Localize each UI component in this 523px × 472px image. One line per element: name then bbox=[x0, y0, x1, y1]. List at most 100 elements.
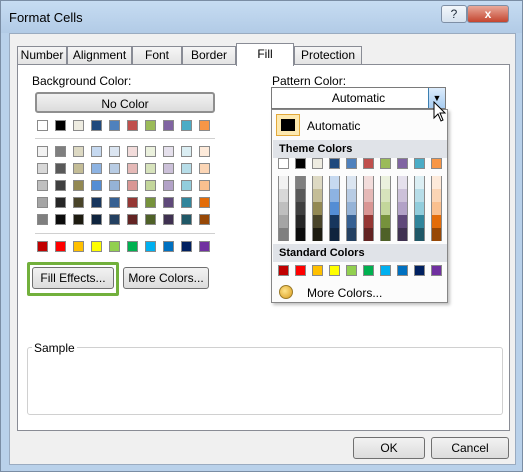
tab-fill[interactable]: Fill bbox=[236, 43, 294, 66]
color-swatch[interactable] bbox=[37, 241, 48, 252]
color-swatch[interactable] bbox=[163, 180, 174, 191]
pattern-color-swatch[interactable] bbox=[431, 158, 442, 169]
pattern-color-swatch[interactable] bbox=[397, 158, 408, 169]
pattern-color-swatch[interactable] bbox=[431, 189, 442, 202]
pattern-color-swatch[interactable] bbox=[278, 158, 289, 169]
no-color-button[interactable]: No Color bbox=[35, 92, 215, 113]
color-swatch[interactable] bbox=[163, 214, 174, 225]
color-swatch[interactable] bbox=[109, 146, 120, 157]
pattern-color-swatch[interactable] bbox=[329, 189, 340, 202]
pattern-color-swatch[interactable] bbox=[363, 189, 374, 202]
color-swatch[interactable] bbox=[55, 120, 66, 131]
pattern-color-swatch[interactable] bbox=[363, 265, 374, 276]
pattern-color-swatch[interactable] bbox=[414, 176, 425, 189]
pattern-color-swatch[interactable] bbox=[397, 202, 408, 215]
color-swatch[interactable] bbox=[199, 146, 210, 157]
pattern-color-swatch[interactable] bbox=[363, 176, 374, 189]
pattern-color-swatch[interactable] bbox=[329, 265, 340, 276]
pattern-color-swatch[interactable] bbox=[380, 215, 391, 228]
pattern-color-swatch[interactable] bbox=[431, 215, 442, 228]
cancel-button[interactable]: Cancel bbox=[431, 437, 509, 459]
color-swatch[interactable] bbox=[37, 180, 48, 191]
color-swatch[interactable] bbox=[91, 214, 102, 225]
pattern-color-swatch[interactable] bbox=[363, 215, 374, 228]
pattern-color-swatch[interactable] bbox=[312, 228, 323, 241]
pattern-color-swatch[interactable] bbox=[414, 189, 425, 202]
pattern-color-swatch[interactable] bbox=[329, 202, 340, 215]
pattern-color-swatch[interactable] bbox=[380, 158, 391, 169]
pattern-color-swatch[interactable] bbox=[295, 189, 306, 202]
pattern-color-swatch[interactable] bbox=[329, 158, 340, 169]
pattern-color-swatch[interactable] bbox=[295, 176, 306, 189]
color-swatch[interactable] bbox=[181, 146, 192, 157]
pattern-color-swatch[interactable] bbox=[414, 228, 425, 241]
color-swatch[interactable] bbox=[127, 214, 138, 225]
color-swatch[interactable] bbox=[127, 163, 138, 174]
pattern-color-swatch[interactable] bbox=[329, 215, 340, 228]
color-swatch[interactable] bbox=[55, 180, 66, 191]
pattern-color-swatch[interactable] bbox=[380, 189, 391, 202]
pattern-color-swatch[interactable] bbox=[397, 189, 408, 202]
color-swatch[interactable] bbox=[181, 180, 192, 191]
color-swatch[interactable] bbox=[109, 241, 120, 252]
color-swatch[interactable] bbox=[181, 214, 192, 225]
pattern-color-swatch[interactable] bbox=[414, 265, 425, 276]
color-swatch[interactable] bbox=[109, 214, 120, 225]
color-swatch[interactable] bbox=[145, 241, 156, 252]
ok-button[interactable]: OK bbox=[353, 437, 425, 459]
tab-number[interactable]: Number bbox=[17, 46, 67, 65]
color-swatch[interactable] bbox=[73, 241, 84, 252]
color-swatch[interactable] bbox=[55, 146, 66, 157]
pattern-color-swatch[interactable] bbox=[380, 176, 391, 189]
pattern-color-swatch[interactable] bbox=[397, 265, 408, 276]
color-swatch[interactable] bbox=[127, 197, 138, 208]
help-button[interactable]: ? bbox=[441, 5, 467, 23]
color-swatch[interactable] bbox=[163, 163, 174, 174]
color-swatch[interactable] bbox=[37, 120, 48, 131]
color-swatch[interactable] bbox=[163, 146, 174, 157]
automatic-selected-frame[interactable] bbox=[276, 114, 300, 136]
pattern-color-swatch[interactable] bbox=[312, 215, 323, 228]
color-swatch[interactable] bbox=[145, 197, 156, 208]
color-swatch[interactable] bbox=[163, 241, 174, 252]
pattern-color-swatch[interactable] bbox=[312, 176, 323, 189]
pattern-color-swatch[interactable] bbox=[380, 265, 391, 276]
title-bar[interactable]: Format Cells ? x bbox=[1, 1, 522, 33]
pattern-color-swatch[interactable] bbox=[397, 215, 408, 228]
color-swatch[interactable] bbox=[199, 241, 210, 252]
color-swatch[interactable] bbox=[109, 163, 120, 174]
color-swatch[interactable] bbox=[91, 241, 102, 252]
pattern-color-swatch[interactable] bbox=[312, 158, 323, 169]
pattern-color-swatch[interactable] bbox=[431, 265, 442, 276]
color-swatch[interactable] bbox=[73, 197, 84, 208]
pattern-color-swatch[interactable] bbox=[278, 176, 289, 189]
pattern-color-swatch[interactable] bbox=[278, 265, 289, 276]
tab-alignment[interactable]: Alignment bbox=[67, 46, 132, 65]
pattern-color-swatch[interactable] bbox=[397, 228, 408, 241]
color-swatch[interactable] bbox=[91, 146, 102, 157]
pattern-color-swatch[interactable] bbox=[312, 189, 323, 202]
pattern-color-swatch[interactable] bbox=[414, 202, 425, 215]
color-swatch[interactable] bbox=[127, 146, 138, 157]
color-swatch[interactable] bbox=[163, 120, 174, 131]
pattern-color-swatch[interactable] bbox=[278, 202, 289, 215]
pattern-color-swatch[interactable] bbox=[346, 265, 357, 276]
color-swatch[interactable] bbox=[127, 120, 138, 131]
color-swatch[interactable] bbox=[109, 197, 120, 208]
color-swatch[interactable] bbox=[55, 163, 66, 174]
pattern-color-swatch[interactable] bbox=[397, 176, 408, 189]
color-swatch[interactable] bbox=[109, 180, 120, 191]
pattern-color-swatch[interactable] bbox=[346, 228, 357, 241]
pattern-color-swatch[interactable] bbox=[312, 265, 323, 276]
pattern-color-swatch[interactable] bbox=[363, 202, 374, 215]
close-button[interactable]: x bbox=[467, 5, 509, 23]
color-swatch[interactable] bbox=[127, 180, 138, 191]
color-swatch[interactable] bbox=[145, 146, 156, 157]
pattern-color-swatch[interactable] bbox=[414, 215, 425, 228]
color-swatch[interactable] bbox=[163, 197, 174, 208]
more-colors-button[interactable]: More Colors... bbox=[123, 267, 209, 289]
color-swatch[interactable] bbox=[91, 163, 102, 174]
pattern-color-swatch[interactable] bbox=[431, 202, 442, 215]
pattern-color-dropdown[interactable]: Automatic ▼ bbox=[271, 87, 446, 109]
color-swatch[interactable] bbox=[55, 241, 66, 252]
